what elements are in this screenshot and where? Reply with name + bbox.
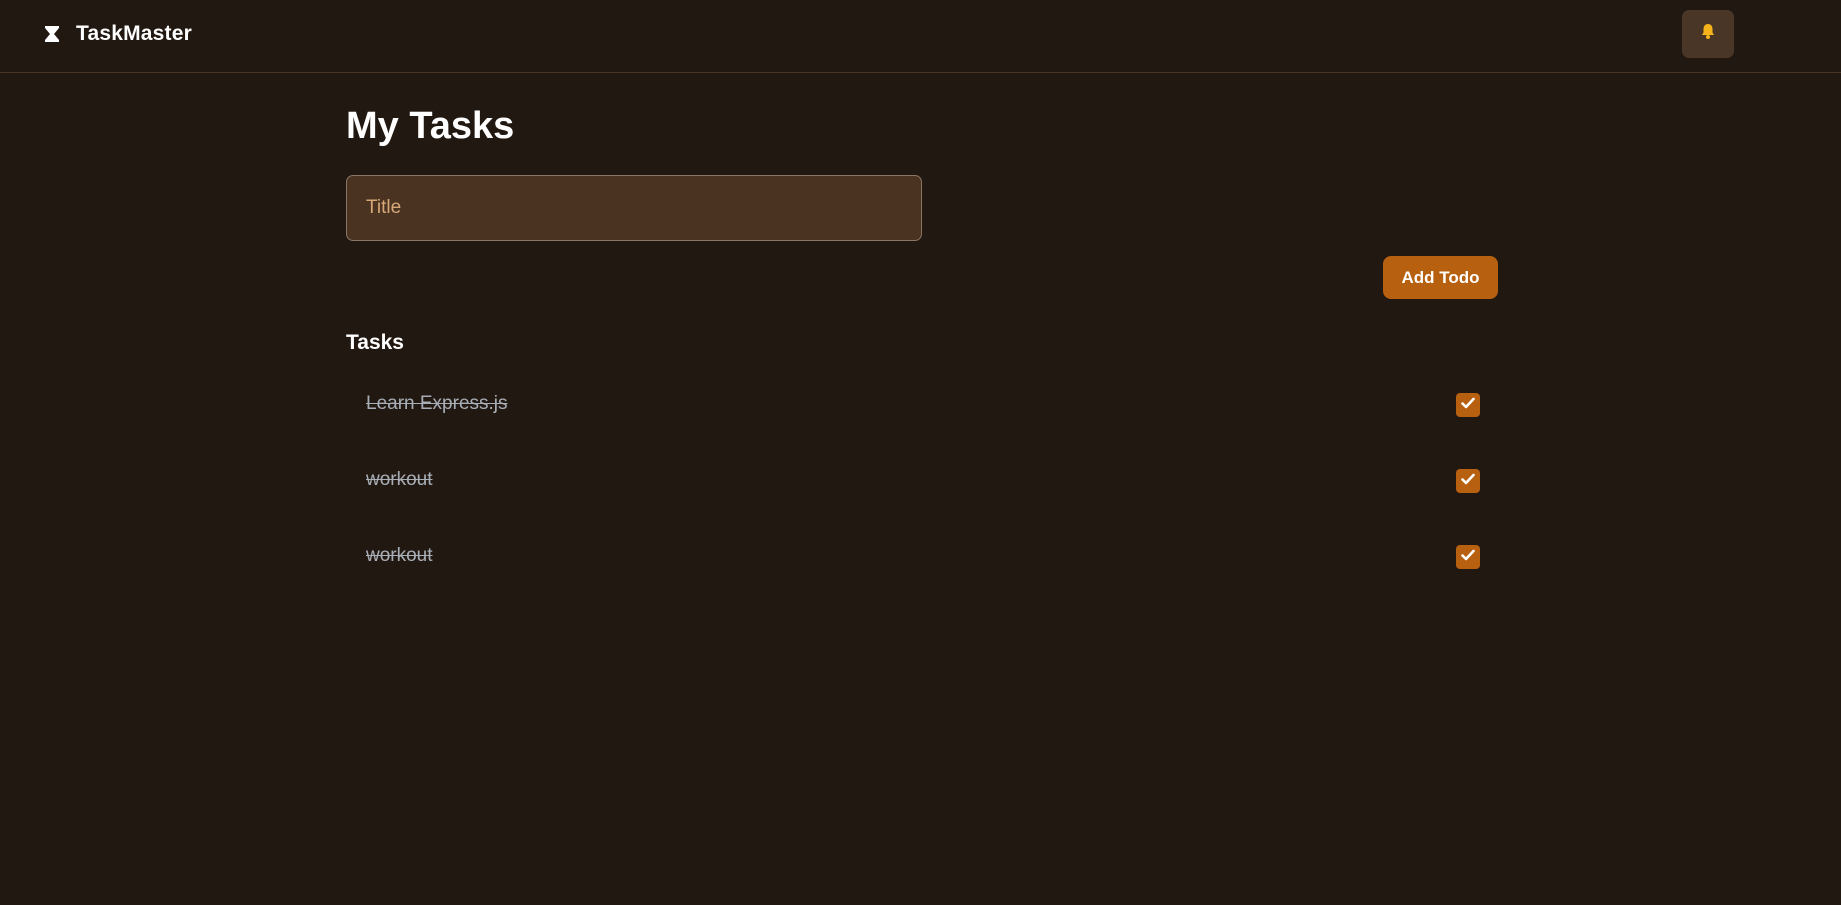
checkmark-icon (1461, 548, 1475, 566)
app-name: TaskMaster (76, 22, 193, 45)
brand[interactable]: TaskMaster (42, 22, 192, 46)
task-list: Learn Express.js workout workout (346, 373, 1498, 601)
checkmark-icon (1461, 396, 1475, 414)
task-item: Learn Express.js (346, 373, 1498, 449)
task-checkbox[interactable] (1456, 469, 1480, 493)
task-checkbox[interactable] (1456, 545, 1480, 569)
notifications-button[interactable] (1682, 10, 1734, 58)
top-navbar: TaskMaster (0, 0, 1841, 73)
task-item: workout (346, 525, 1498, 601)
checkmark-icon (1461, 472, 1475, 490)
bell-icon (1700, 23, 1716, 45)
task-checkbox[interactable] (1456, 393, 1480, 417)
task-label: workout (366, 469, 433, 490)
task-label: workout (366, 545, 433, 566)
title-input[interactable] (346, 175, 922, 241)
task-label: Learn Express.js (366, 393, 508, 414)
task-item: workout (346, 449, 1498, 525)
hourglass-icon (42, 24, 62, 44)
add-todo-button[interactable]: Add Todo (1383, 256, 1498, 299)
page-title: My Tasks (346, 105, 515, 147)
tasks-section-title: Tasks (346, 331, 404, 354)
